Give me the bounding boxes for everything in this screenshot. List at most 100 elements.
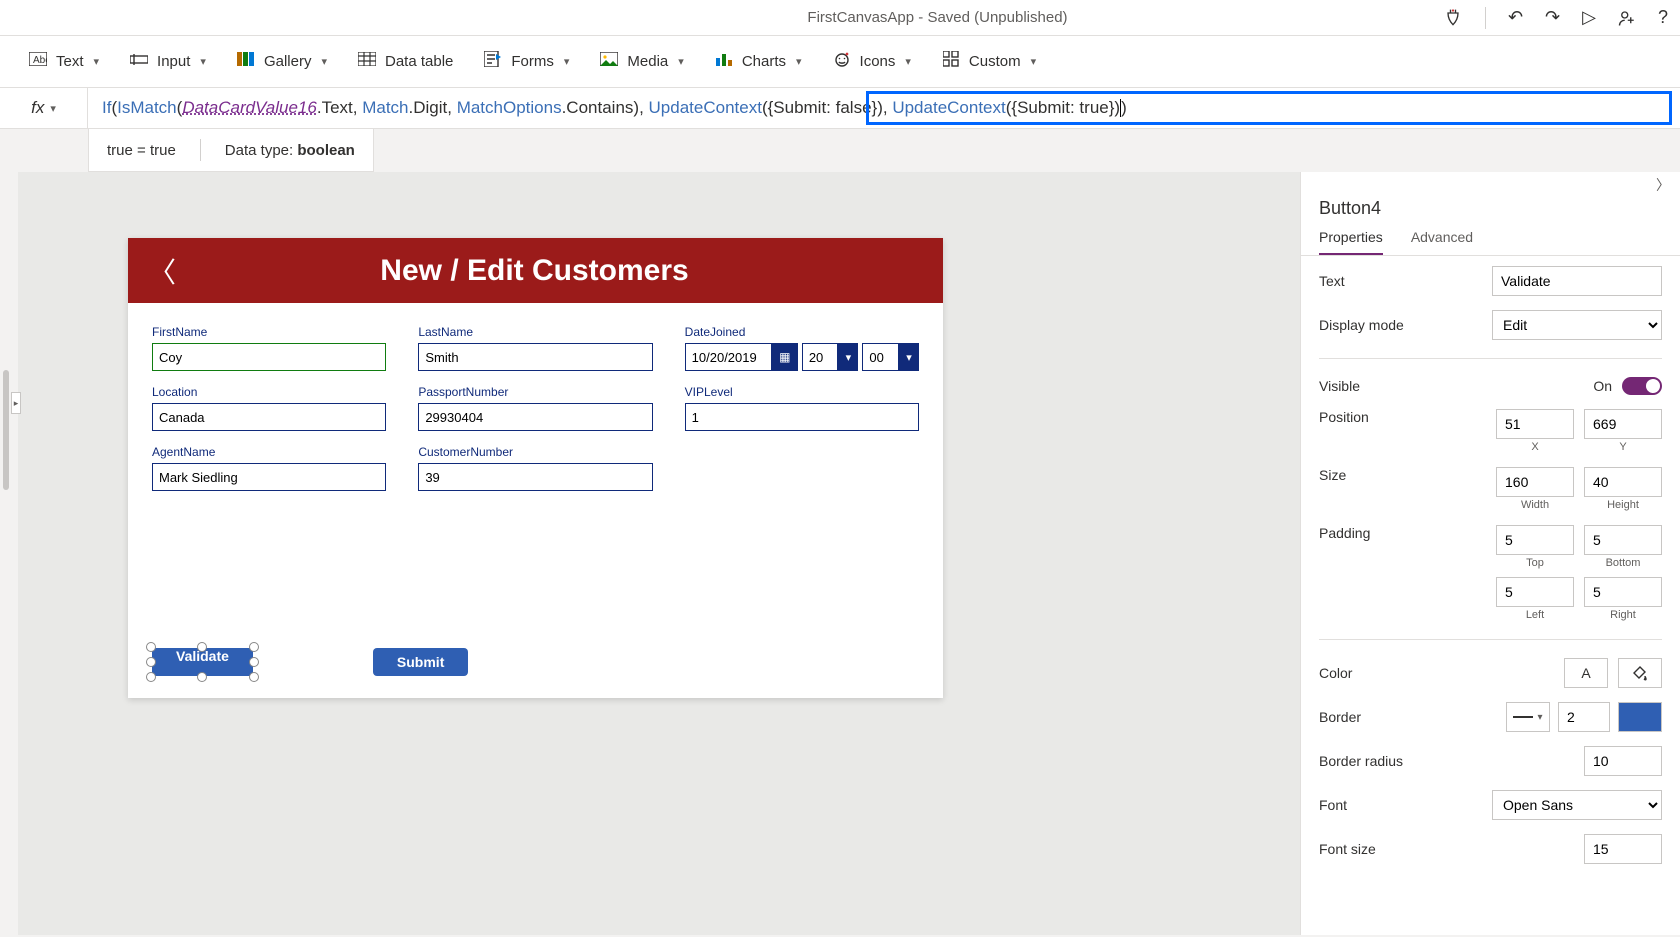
border-label: Border — [1319, 709, 1506, 725]
ribbon-text[interactable]: Abc Text▾ — [28, 52, 99, 71]
lastname-label: LastName — [418, 325, 652, 339]
hour-dropdown-icon[interactable]: ▾ — [838, 343, 858, 371]
tree-scrollbar[interactable] — [3, 370, 9, 490]
displaymode-select[interactable]: Edit — [1492, 310, 1662, 340]
app-checker-icon[interactable] — [1443, 8, 1463, 28]
width-input[interactable] — [1496, 467, 1574, 497]
tok-c2: , — [447, 98, 456, 117]
padding-right-input[interactable] — [1584, 577, 1662, 607]
minute-dropdown-icon[interactable]: ▾ — [899, 343, 919, 371]
ribbon-charts[interactable]: Charts▾ — [714, 52, 802, 71]
padding-left-input[interactable] — [1496, 577, 1574, 607]
tree-flyout-icon[interactable]: ▸ — [11, 392, 21, 414]
fill-color-button[interactable] — [1618, 658, 1662, 688]
tok-st: ({Submit: true}) — [1006, 98, 1120, 117]
ribbon-datatable[interactable]: Data table — [357, 52, 453, 71]
font-color-button[interactable]: A — [1564, 658, 1608, 688]
prop-position: Position X Y — [1319, 409, 1662, 453]
text-input[interactable] — [1492, 266, 1662, 296]
tok-close1: ), — [633, 98, 643, 117]
font-label: Font — [1319, 797, 1492, 813]
ribbon-custom[interactable]: Custom▾ — [941, 51, 1036, 72]
collapse-props-icon[interactable]: 〉 — [1656, 175, 1670, 195]
border-color-swatch[interactable] — [1618, 702, 1662, 732]
height-input[interactable] — [1584, 467, 1662, 497]
intellisense-bar: true = true Data type: boolean — [88, 129, 374, 172]
formula-input[interactable]: If(IsMatch(DataCardValue16.Text, Match.D… — [88, 88, 1680, 128]
location-label: Location — [152, 385, 386, 399]
customernumber-input[interactable] — [418, 463, 652, 491]
minute-input[interactable] — [862, 343, 899, 371]
resize-handle[interactable] — [146, 642, 156, 652]
ribbon-media-label: Media — [627, 53, 668, 70]
tok-c1: , — [353, 98, 362, 117]
intellisense-row: true = true Data type: boolean — [0, 129, 1680, 172]
tab-properties[interactable]: Properties — [1319, 229, 1383, 255]
font-select[interactable]: Open Sans — [1492, 790, 1662, 820]
submit-button[interactable]: Submit — [373, 648, 468, 676]
lastname-input[interactable] — [418, 343, 652, 371]
fontsize-input[interactable] — [1584, 834, 1662, 864]
firstname-input[interactable] — [152, 343, 386, 371]
help-icon[interactable]: ? — [1658, 7, 1668, 28]
prop-displaymode: Display mode Edit — [1319, 310, 1662, 340]
properties-panel: 〉 Button4 Properties Advanced Text Displ… — [1300, 172, 1680, 935]
viplevel-input[interactable] — [685, 403, 919, 431]
border-style-select[interactable]: ▾ — [1506, 702, 1550, 732]
padding-bottom-input[interactable] — [1584, 525, 1662, 555]
ribbon-gallery[interactable]: Gallery▾ — [236, 52, 327, 71]
prop-fontsize: Font size — [1319, 834, 1662, 864]
share-icon[interactable] — [1618, 9, 1636, 27]
field-location: Location — [152, 385, 386, 431]
insert-ribbon: Abc Text▾ Input▾ Gallery▾ Data table For… — [0, 36, 1680, 88]
formula-bar: fx▾ If(IsMatch(DataCardValue16.Text, Mat… — [0, 88, 1680, 129]
fx-label[interactable]: fx▾ — [0, 88, 88, 128]
borderradius-input[interactable] — [1584, 746, 1662, 776]
position-label: Position — [1319, 409, 1496, 425]
padding-top-input[interactable] — [1496, 525, 1574, 555]
resize-handle[interactable] — [197, 672, 207, 682]
redo-icon[interactable]: ↷ — [1545, 7, 1560, 28]
y-sublabel: Y — [1619, 441, 1626, 453]
hour-input[interactable] — [802, 343, 839, 371]
ribbon-forms[interactable]: Forms▾ — [483, 51, 569, 72]
viplevel-label: VIPLevel — [685, 385, 919, 399]
color-label: Color — [1319, 665, 1564, 681]
tok-match: Match — [362, 98, 408, 117]
submit-label: Submit — [397, 654, 444, 670]
resize-handle[interactable] — [249, 657, 259, 667]
position-x-input[interactable] — [1496, 409, 1574, 439]
ribbon-input[interactable]: Input▾ — [129, 52, 206, 71]
validate-button[interactable]: Validate — [152, 648, 253, 676]
icons-icon — [832, 51, 852, 72]
undo-icon[interactable]: ↶ — [1508, 7, 1523, 28]
calendar-icon[interactable]: ▦ — [772, 343, 798, 371]
visible-value: On — [1593, 378, 1612, 394]
agentname-input[interactable] — [152, 463, 386, 491]
position-y-input[interactable] — [1584, 409, 1662, 439]
visible-toggle[interactable] — [1622, 377, 1662, 395]
ribbon-icons[interactable]: Icons▾ — [832, 51, 911, 72]
ribbon-input-label: Input — [157, 53, 190, 70]
border-width-input[interactable] — [1558, 702, 1610, 732]
tab-advanced[interactable]: Advanced — [1411, 229, 1473, 255]
ribbon-gallery-label: Gallery — [264, 53, 312, 70]
passport-input[interactable] — [418, 403, 652, 431]
resize-handle[interactable] — [146, 657, 156, 667]
eval-result: true = true — [107, 142, 176, 159]
text-label: Text — [1319, 273, 1492, 289]
date-input[interactable] — [685, 343, 772, 371]
app-canvas: 〈 New / Edit Customers FirstName LastNam… — [128, 238, 943, 698]
resize-handle[interactable] — [146, 672, 156, 682]
canvas-area[interactable]: 〈 New / Edit Customers FirstName LastNam… — [18, 172, 1300, 935]
ribbon-media[interactable]: Media▾ — [599, 52, 683, 71]
tok-digit: .Digit — [409, 98, 448, 117]
resize-handle[interactable] — [249, 642, 259, 652]
play-icon[interactable]: ▷ — [1582, 7, 1596, 28]
tok-ismatch: IsMatch — [117, 98, 177, 117]
location-input[interactable] — [152, 403, 386, 431]
fx-text: fx — [31, 98, 44, 118]
field-customernumber: CustomerNumber — [418, 445, 652, 491]
resize-handle[interactable] — [249, 672, 259, 682]
tok-datacard: DataCardValue16 — [182, 98, 317, 117]
